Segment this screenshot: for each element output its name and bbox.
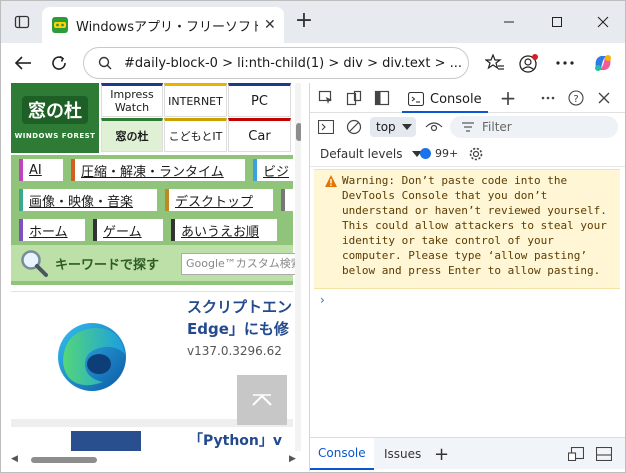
console-icon bbox=[408, 92, 424, 106]
drawer-tab-console[interactable]: Console bbox=[310, 438, 374, 470]
more-tools-icon[interactable] bbox=[538, 88, 558, 108]
warning-icon bbox=[325, 175, 337, 187]
filter-icon bbox=[462, 122, 474, 132]
page-horizontal-scrollbar[interactable]: ◀ ▶ bbox=[9, 453, 301, 467]
drawer-add-tab-button[interactable]: + bbox=[426, 438, 457, 470]
chevron-up-icon bbox=[252, 394, 272, 406]
scroll-to-top-button[interactable] bbox=[237, 375, 287, 425]
close-devtools-icon[interactable] bbox=[594, 88, 614, 108]
devtools-toolbar: Console + ? bbox=[310, 83, 625, 113]
drawer-tab-bar: Console Issues + bbox=[310, 437, 625, 470]
category-business[interactable]: ビジ bbox=[253, 159, 297, 181]
warning-text: Warning: Don’t paste code into the DevTo… bbox=[342, 174, 614, 277]
site-logo[interactable]: 窓の杜 WINDOWS FOREST bbox=[11, 83, 99, 153]
clear-console-icon[interactable] bbox=[344, 117, 364, 137]
logo-sub-text: WINDOWS FOREST bbox=[14, 132, 96, 140]
article-title[interactable]: スクリプトエン Edge」にも修 bbox=[187, 296, 301, 340]
console-sidebar-icon[interactable] bbox=[316, 117, 336, 137]
category-image-video-music[interactable]: 画像・映像・音楽 bbox=[19, 189, 157, 211]
scroll-left-arrow-icon[interactable]: ◀ bbox=[11, 454, 18, 464]
edge-logo-icon bbox=[58, 323, 126, 391]
category-game[interactable]: ゲーム bbox=[93, 219, 163, 241]
site-nav-pc[interactable]: PC bbox=[228, 83, 291, 117]
active-tab[interactable]: Windowsアプリ・フリーソフトのおすすめ ✕ bbox=[42, 7, 284, 43]
issues-message-icon bbox=[420, 148, 431, 159]
drawer-dock-icon[interactable] bbox=[566, 444, 586, 464]
more-menu-icon[interactable] bbox=[551, 49, 579, 77]
toggle-sidebar-icon[interactable] bbox=[372, 88, 392, 108]
close-window-button[interactable] bbox=[583, 9, 623, 35]
magnifier-icon bbox=[21, 250, 48, 277]
device-emulation-icon[interactable] bbox=[344, 88, 364, 108]
navigation-bar: #daily-block-0 > li:nth-child(1) > div >… bbox=[1, 43, 625, 83]
address-text: #daily-block-0 > li:nth-child(1) > div >… bbox=[124, 55, 463, 71]
default-levels-label: Default levels bbox=[320, 147, 403, 161]
context-selector[interactable]: top bbox=[370, 117, 416, 137]
category-home[interactable]: ホーム bbox=[19, 219, 85, 241]
site-nav-grid: Impress Watch INTERNET PC 窓の杜 こどもとIT Car bbox=[101, 83, 291, 153]
site-nav-internet[interactable]: INTERNET bbox=[164, 83, 227, 117]
page-vertical-scrollbar[interactable] bbox=[295, 83, 301, 451]
tab-console[interactable]: Console bbox=[402, 87, 488, 113]
help-icon[interactable]: ? bbox=[566, 88, 586, 108]
article2-thumbnail bbox=[71, 431, 141, 451]
inspect-element-icon[interactable] bbox=[316, 88, 336, 108]
address-bar[interactable]: #daily-block-0 > li:nth-child(1) > div >… bbox=[83, 47, 469, 79]
site-nav-impress-watch[interactable]: Impress Watch bbox=[101, 83, 163, 117]
refresh-icon[interactable] bbox=[45, 49, 73, 77]
console-levels-row: Default levels 99+ bbox=[310, 141, 625, 167]
google-custom-search-input[interactable]: Google™カスタム検索 bbox=[181, 253, 301, 275]
issues-count: 99+ bbox=[435, 147, 459, 160]
web-page: 窓の杜 WINDOWS FOREST Impress Watch INTERNE… bbox=[9, 83, 301, 451]
logo-main-text: 窓の杜 bbox=[22, 96, 88, 124]
horizontal-scroll-thumb[interactable] bbox=[31, 457, 97, 463]
category-desktop[interactable]: デスクトップ bbox=[165, 189, 273, 211]
drawer-tab-issues[interactable]: Issues bbox=[376, 438, 429, 470]
vertical-scroll-thumb[interactable] bbox=[296, 123, 301, 141]
tab-close-icon[interactable]: ✕ bbox=[264, 17, 276, 33]
article-version: v137.0.3296.62 bbox=[187, 344, 282, 358]
category-alphabetical[interactable]: あいうえお順 bbox=[171, 219, 277, 241]
keyword-search-label: キーワードで探す bbox=[55, 257, 160, 273]
filter-placeholder: Filter bbox=[482, 120, 512, 134]
devtools-panel: Console + ? top Filter Default levels 99… bbox=[309, 83, 625, 471]
article-title-line-1: スクリプトエン bbox=[187, 298, 293, 316]
site-nav-car[interactable]: Car bbox=[228, 118, 291, 152]
add-panel-icon[interactable]: + bbox=[498, 86, 518, 110]
category-compression[interactable]: 圧縮・解凍・ランタイム bbox=[71, 159, 245, 181]
new-tab-button[interactable]: + bbox=[291, 9, 317, 35]
favorites-icon[interactable] bbox=[481, 49, 509, 77]
tab-bar: Windowsアプリ・フリーソフトのおすすめ ✕ + bbox=[1, 1, 625, 43]
category-ai[interactable]: AI bbox=[19, 159, 63, 181]
back-arrow-icon[interactable] bbox=[9, 49, 37, 77]
article2-title[interactable]: 「Python」v bbox=[189, 431, 282, 451]
chevron-down-icon bbox=[401, 124, 412, 130]
scroll-right-arrow-icon[interactable]: ▶ bbox=[289, 454, 296, 464]
minimize-button[interactable] bbox=[489, 9, 529, 35]
drawer-close-icon[interactable] bbox=[594, 444, 614, 464]
site-nav-kodomo-it[interactable]: こどもとIT bbox=[164, 118, 227, 152]
paste-warning-message: Warning: Don’t paste code into the DevTo… bbox=[314, 169, 620, 289]
profile-avatar[interactable] bbox=[515, 49, 543, 77]
default-levels-dropdown[interactable]: Default levels bbox=[320, 147, 423, 161]
keyword-search-row: キーワードで探す Google™カスタム検索 bbox=[11, 245, 301, 281]
site-nav-madonomori[interactable]: 窓の杜 bbox=[101, 118, 163, 152]
console-prompt[interactable]: › bbox=[320, 293, 325, 307]
console-settings-gear-icon[interactable] bbox=[466, 144, 486, 164]
filter-input[interactable]: Filter bbox=[450, 116, 618, 138]
tab-actions-icon[interactable] bbox=[9, 9, 35, 35]
site-favicon-icon bbox=[52, 17, 68, 33]
live-expression-eye-icon[interactable] bbox=[424, 117, 444, 137]
browser-window: Windowsアプリ・フリーソフトのおすすめ ✕ + #daily-block-… bbox=[0, 0, 626, 473]
copilot-icon[interactable] bbox=[589, 49, 617, 77]
search-icon bbox=[98, 56, 112, 70]
issues-counter[interactable]: 99+ bbox=[420, 147, 458, 160]
article-title-line-2: Edge」にも修 bbox=[187, 320, 289, 338]
console-toolbar: top Filter bbox=[310, 113, 625, 141]
maximize-button[interactable] bbox=[537, 9, 577, 35]
context-selector-value: top bbox=[376, 120, 396, 134]
svg-text:?: ? bbox=[573, 94, 578, 105]
tab-console-label: Console bbox=[430, 91, 482, 107]
tab-title: Windowsアプリ・フリーソフトのおすすめ bbox=[76, 19, 258, 35]
